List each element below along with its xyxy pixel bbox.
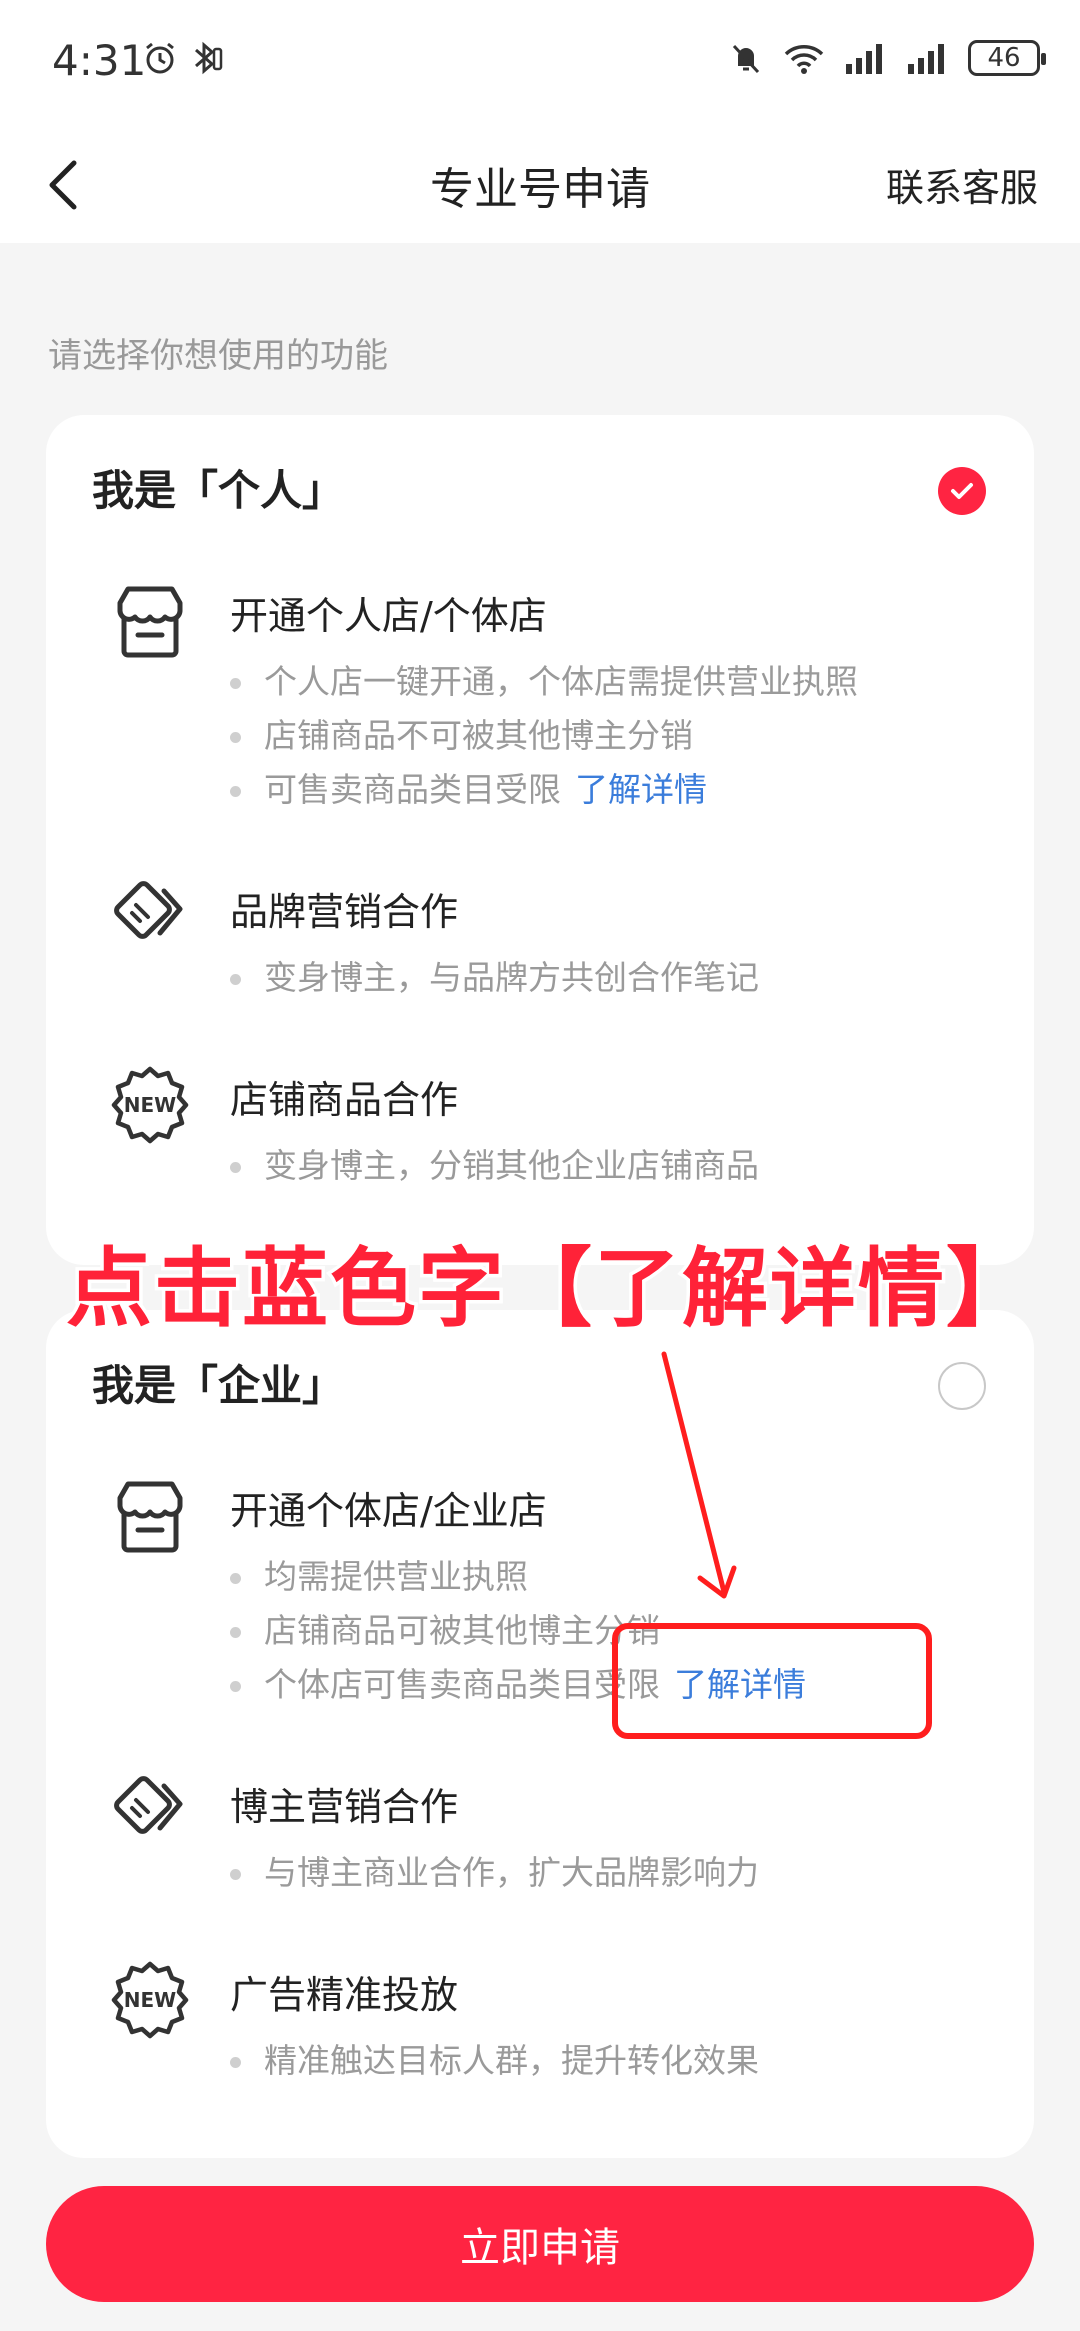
wifi-icon <box>784 45 824 74</box>
annotation-text: 点击蓝色字【了解详情】 <box>63 1236 1036 1343</box>
alarm-icon <box>146 42 174 74</box>
svg-text:NEW: NEW <box>124 1988 176 2012</box>
list-item: 与博主商业合作，扩大品牌影响力 <box>230 1846 759 1900</box>
store-icon <box>117 586 183 658</box>
list-item-text: 可售卖商品类目受限 <box>264 770 561 809</box>
tag-icon <box>114 1776 183 1834</box>
nav-bar: 专业号申请 联系客服 <box>0 125 1080 243</box>
feature-list: 与博主商业合作，扩大品牌影响力 <box>230 1846 759 1900</box>
store-icon <box>117 1481 183 1553</box>
new-badge-icon: NEW <box>111 1961 189 2039</box>
feature-title: 开通个体店/企业店 <box>230 1489 547 1533</box>
status-time: 4:31 <box>52 36 147 85</box>
feature-title: 博主营销合作 <box>230 1785 459 1829</box>
card-title: 我是「企业」 <box>92 1361 345 1410</box>
new-badge-icon: NEW <box>111 1066 189 1144</box>
battery-level: 46 <box>987 43 1021 73</box>
list-item-text: 个体店可售卖商品类目受限 <box>264 1665 660 1704</box>
feature-list: 精准触达目标人群，提升转化效果 <box>230 2034 759 2088</box>
bluetooth-icon <box>195 41 223 75</box>
card-title: 我是「个人」 <box>92 466 345 515</box>
battery-icon: 46 <box>968 40 1046 76</box>
signal-icon <box>908 44 944 74</box>
feature-list: 变身博主，与品牌方共创合作笔记 <box>230 951 759 1005</box>
svg-text:NEW: NEW <box>124 1093 176 1117</box>
list-item: 变身博主，与品牌方共创合作笔记 <box>230 951 759 1005</box>
section-hint: 请选择你想使用的功能 <box>48 336 388 376</box>
learn-more-link[interactable]: 了解详情 <box>575 770 707 809</box>
mute-icon <box>732 44 760 74</box>
status-right-icons: 46 <box>728 40 1046 76</box>
radio-checked-icon[interactable] <box>938 467 986 515</box>
radio-unchecked-icon[interactable] <box>938 1362 986 1410</box>
list-item: 店铺商品不可被其他博主分销 <box>230 709 858 763</box>
annotation-arrow-icon <box>661 1351 737 1599</box>
list-item: 个人店一键开通，个体店需提供营业执照 <box>230 655 858 709</box>
personal-option-card[interactable]: 我是「个人」 开通个人店/个体店 个人店一键开通，个体店需提供营业执照 店铺商品… <box>46 415 1034 1265</box>
status-bar: 4:31 46 <box>0 0 1080 125</box>
feature-title: 品牌营销合作 <box>230 890 459 934</box>
apply-now-button[interactable]: 立即申请 <box>46 2186 1034 2302</box>
list-item: 精准触达目标人群，提升转化效果 <box>230 2034 759 2088</box>
tag-icon <box>114 881 183 939</box>
list-item: 变身博主，分销其他企业店铺商品 <box>230 1139 759 1193</box>
feature-title: 开通个人店/个体店 <box>230 594 547 638</box>
list-item: 可售卖商品类目受限 了解详情 <box>230 763 858 817</box>
annotation-highlight-box <box>612 1623 932 1739</box>
contact-service-button[interactable]: 联系客服 <box>886 157 1038 212</box>
feature-title: 店铺商品合作 <box>230 1078 459 1122</box>
feature-list: 个人店一键开通，个体店需提供营业执照 店铺商品不可被其他博主分销 可售卖商品类目… <box>230 655 858 817</box>
feature-title: 广告精准投放 <box>230 1973 459 2017</box>
signal-icon <box>846 44 882 74</box>
feature-list: 变身博主，分销其他企业店铺商品 <box>230 1139 759 1193</box>
status-left-icons <box>142 40 224 76</box>
